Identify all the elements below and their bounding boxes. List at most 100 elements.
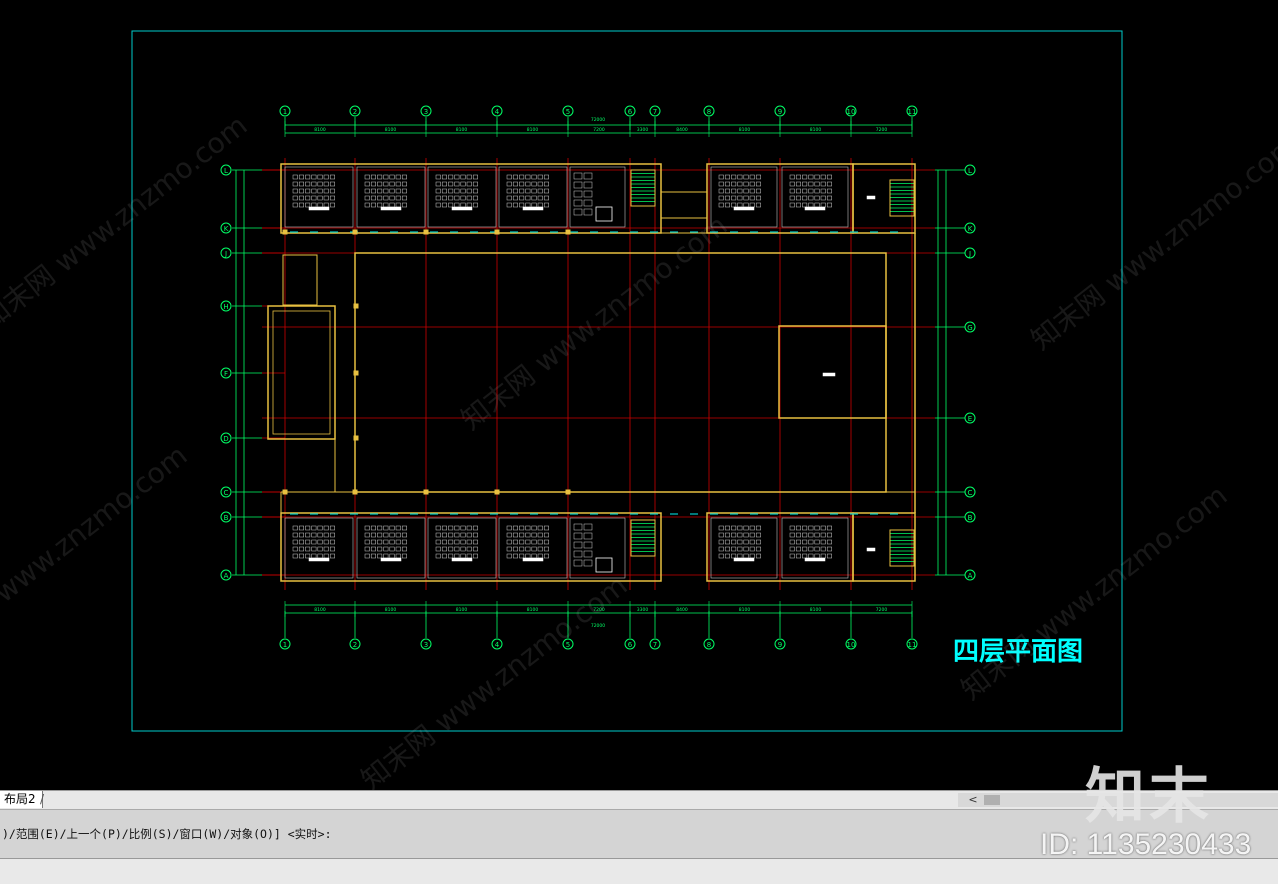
desk <box>820 553 826 559</box>
desk <box>435 174 441 180</box>
axis-label: 2 <box>353 641 357 649</box>
desk <box>789 195 795 201</box>
scroll-thumb[interactable] <box>984 795 1000 805</box>
column <box>565 229 571 235</box>
desk <box>749 174 755 180</box>
desk <box>795 539 801 545</box>
bay-dimension: 8100 <box>739 127 751 133</box>
drawing-canvas[interactable]: 1 1 2 2 3 3 4 4 5 5 6 6 7 7 8 8 9 9 10 10 11 11 8100 8100 8100 81… <box>0 0 1278 790</box>
desk <box>814 525 820 531</box>
watermark-diagonal: 知末网 www.znzmo.com <box>355 569 634 790</box>
axis-label: J <box>968 250 971 258</box>
desk <box>814 546 820 552</box>
axis-label: 3 <box>424 641 428 649</box>
desk <box>537 539 543 545</box>
desk <box>789 181 795 187</box>
desk <box>512 188 518 194</box>
desk <box>512 532 518 538</box>
desk <box>506 188 512 194</box>
bay-dimension: 8400 <box>676 127 688 133</box>
desk <box>460 539 466 545</box>
classroom-north <box>356 166 426 228</box>
desk <box>305 202 311 208</box>
desk <box>472 546 478 552</box>
desk <box>448 532 454 538</box>
desk <box>395 202 401 208</box>
west-hall <box>267 305 336 440</box>
desk <box>292 553 298 559</box>
desk <box>795 525 801 531</box>
desk <box>401 532 407 538</box>
desk <box>298 532 304 538</box>
column <box>353 435 359 441</box>
desk <box>724 525 730 531</box>
desk <box>808 525 814 531</box>
desk <box>795 553 801 559</box>
desk <box>448 539 454 545</box>
desk <box>749 188 755 194</box>
toilet-stall <box>573 199 583 207</box>
tab-layout2[interactable]: 布局2 <box>0 791 43 808</box>
classroom-south <box>498 517 568 579</box>
desk <box>795 181 801 187</box>
desk <box>292 195 298 201</box>
desk <box>395 546 401 552</box>
desk <box>435 188 441 194</box>
desk <box>519 539 525 545</box>
desk <box>329 532 335 538</box>
desk <box>472 525 478 531</box>
desk <box>389 188 395 194</box>
axis-label: 1 <box>283 641 287 649</box>
classroom-south <box>284 517 354 579</box>
desk <box>789 546 795 552</box>
desk <box>789 532 795 538</box>
bay-dimension: 8100 <box>385 607 397 613</box>
axis-label: H <box>223 303 228 311</box>
desk <box>317 188 323 194</box>
desk <box>826 195 832 201</box>
column <box>494 489 500 495</box>
axis-label: 10 <box>847 641 856 649</box>
desk <box>317 539 323 545</box>
scroll-left-icon[interactable]: < <box>966 793 980 807</box>
desk <box>364 195 370 201</box>
desk <box>466 188 472 194</box>
desk <box>795 174 801 180</box>
classroom-north <box>498 166 568 228</box>
bay-dimension: 7200 <box>593 127 605 133</box>
label-block <box>451 557 473 562</box>
desk <box>755 546 761 552</box>
desk <box>472 174 478 180</box>
desk <box>389 174 395 180</box>
desk <box>311 539 317 545</box>
south-stair-east <box>852 512 916 582</box>
desk <box>323 553 329 559</box>
desk <box>525 539 531 545</box>
desk <box>329 174 335 180</box>
desk <box>820 532 826 538</box>
desk <box>460 546 466 552</box>
desk <box>808 546 814 552</box>
desk <box>826 525 832 531</box>
label-block <box>804 206 826 211</box>
desk <box>718 532 724 538</box>
desk <box>789 202 795 208</box>
column <box>423 489 429 495</box>
north-classroom-block-west <box>280 163 662 234</box>
desk <box>724 188 730 194</box>
desk <box>454 181 460 187</box>
desk <box>737 202 743 208</box>
desk <box>472 188 478 194</box>
axis-label: G <box>967 324 972 332</box>
toilet-stall <box>573 523 583 531</box>
toilet-stall <box>583 172 593 180</box>
tab-separator: / <box>40 792 45 806</box>
desk <box>377 195 383 201</box>
bay-dimension: 8100 <box>385 127 397 133</box>
desk <box>448 202 454 208</box>
desk <box>454 202 460 208</box>
desk <box>802 539 808 545</box>
desk <box>298 525 304 531</box>
axis-label: 2 <box>353 108 357 116</box>
desk <box>466 553 472 559</box>
